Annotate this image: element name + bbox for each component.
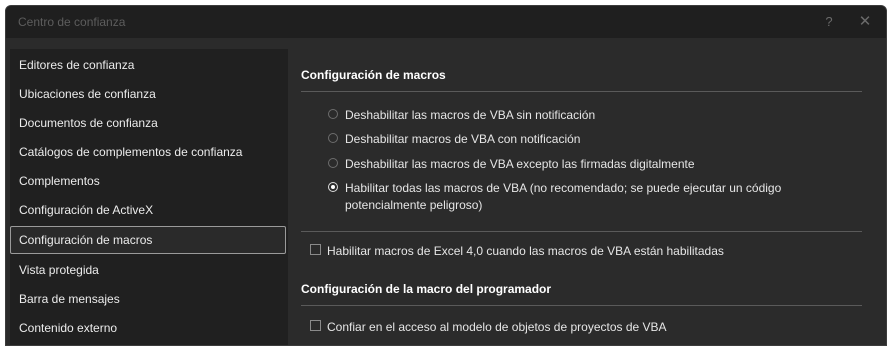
window-title: Centro de confianza <box>18 15 126 29</box>
sidebar-item-trusted-publishers[interactable]: Editores de confianza <box>10 51 286 79</box>
sidebar-item-addins[interactable]: Complementos <box>10 167 286 195</box>
radio-button[interactable] <box>328 133 338 143</box>
sidebar-item-trusted-addin-catalogs[interactable]: Catálogos de complementos de confianza <box>10 138 286 166</box>
radio-button-selected[interactable] <box>328 182 338 192</box>
radio-button[interactable] <box>328 158 338 168</box>
checkbox[interactable] <box>310 244 321 255</box>
section-divider <box>301 305 862 306</box>
section-divider <box>301 91 862 92</box>
close-button[interactable]: ✕ <box>852 10 878 34</box>
sidebar-nav: Editores de confianza Ubicaciones de con… <box>10 49 288 345</box>
radio-label: Deshabilitar las macros de VBA sin notif… <box>345 108 596 122</box>
checkbox[interactable] <box>310 320 321 331</box>
sidebar-item-external-content[interactable]: Contenido externo <box>10 314 286 342</box>
radio-button[interactable] <box>328 109 338 119</box>
checkbox-label: Confiar en el acceso al modelo de objeto… <box>327 320 667 334</box>
radio-enable-all-macros[interactable]: Habilitar todas las macros de VBA (no re… <box>328 181 782 212</box>
radio-label-continuation: potencialmente peligroso) <box>345 198 483 212</box>
sidebar-item-macro-settings[interactable]: Configuración de macros <box>10 226 286 254</box>
developer-macro-settings-heading: Configuración de la macro del programado… <box>301 282 552 296</box>
checkbox-enable-excel4-macros[interactable]: Habilitar macros de Excel 4,0 cuando las… <box>310 244 724 258</box>
sidebar-item-message-bar[interactable]: Barra de mensajes <box>10 285 286 313</box>
radio-disable-with-notification[interactable]: Deshabilitar macros de VBA con notificac… <box>328 132 581 146</box>
radio-disable-without-notification[interactable]: Deshabilitar las macros de VBA sin notif… <box>328 108 596 122</box>
sidebar-item-activex-settings[interactable]: Configuración de ActiveX <box>10 196 286 224</box>
sidebar-item-protected-view[interactable]: Vista protegida <box>10 256 286 284</box>
checkbox-label: Habilitar macros de Excel 4,0 cuando las… <box>327 244 724 258</box>
macro-settings-heading: Configuración de macros <box>301 68 446 82</box>
radio-label: Deshabilitar macros de VBA con notificac… <box>345 132 581 146</box>
trust-center-dialog: Centro de confianza ? ✕ Editores de conf… <box>5 5 887 346</box>
sidebar-item-trusted-documents[interactable]: Documentos de confianza <box>10 109 286 137</box>
title-bar: Centro de confianza ? ✕ <box>6 6 886 38</box>
radio-label: Deshabilitar las macros de VBA excepto l… <box>345 157 695 171</box>
section-divider <box>301 231 862 232</box>
macro-settings-panel: Configuración de macros Deshabilitar las… <box>301 44 886 345</box>
radio-disable-except-signed[interactable]: Deshabilitar las macros de VBA excepto l… <box>328 157 695 171</box>
radio-label: Habilitar todas las macros de VBA (no re… <box>345 181 782 195</box>
sidebar-item-trusted-locations[interactable]: Ubicaciones de confianza <box>10 80 286 108</box>
checkbox-trust-vba-object-model[interactable]: Confiar en el acceso al modelo de objeto… <box>310 320 667 334</box>
help-button[interactable]: ? <box>816 10 842 34</box>
